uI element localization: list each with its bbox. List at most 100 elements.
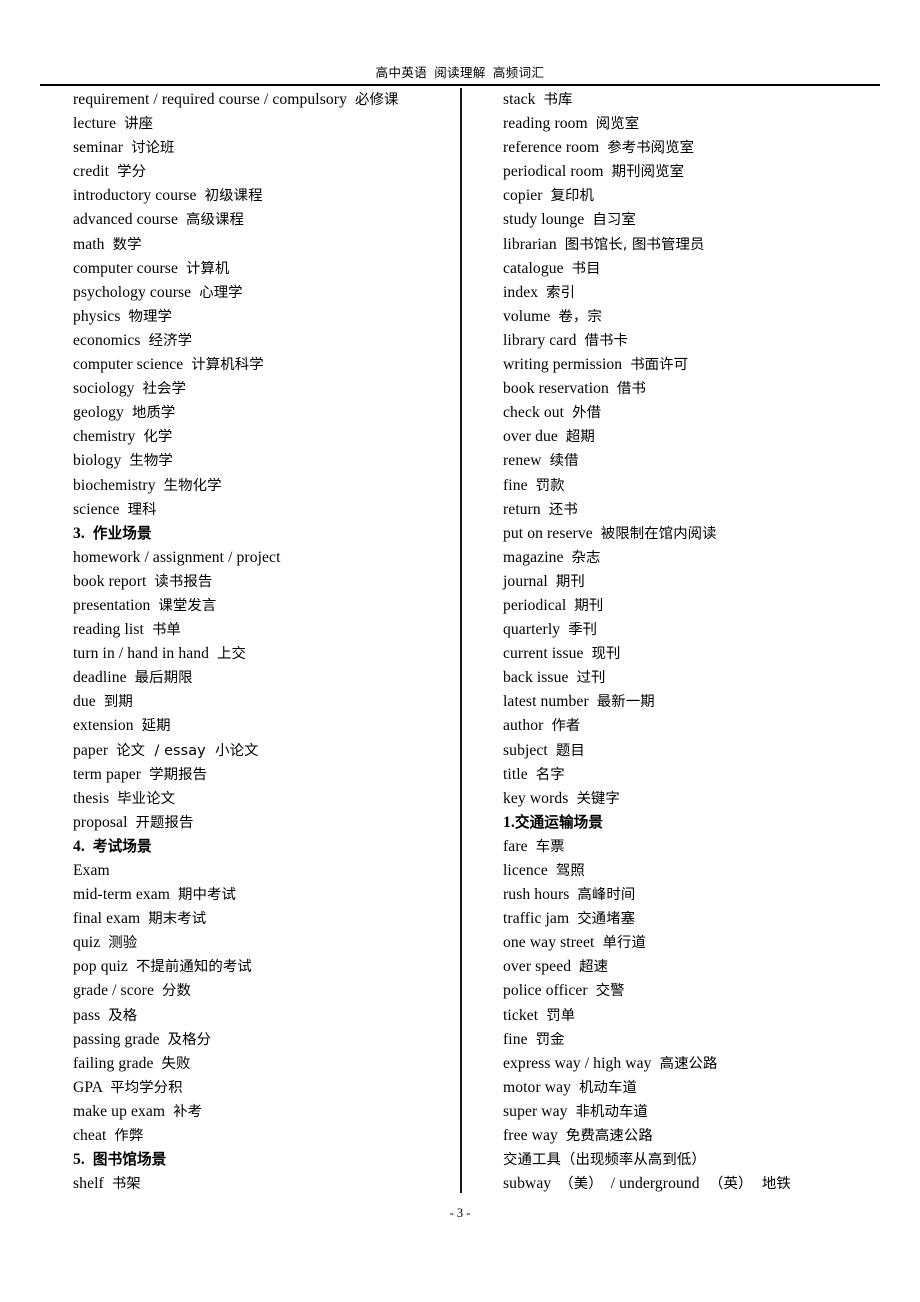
vocabulary-entry: chemistry 化学: [73, 425, 463, 449]
entry-gap: [558, 1127, 566, 1144]
entry-gap: [102, 1079, 110, 1096]
entry-gloss-cn: 开题报告: [135, 814, 194, 831]
vocabulary-entry: proposal 开题报告: [73, 811, 463, 835]
entry-term-en: rush hours: [503, 886, 570, 904]
entry-term-en: 1.: [503, 813, 515, 831]
vocabulary-entry: author 作者: [503, 714, 893, 738]
entry-gloss-cn: 高速公路: [659, 1055, 718, 1072]
entry-gap: [528, 838, 536, 855]
vocabulary-entry: term paper 学期报告: [73, 763, 463, 787]
vocabulary-entry: economics 经济学: [73, 329, 463, 353]
vocabulary-entry: requirement / required course / compulso…: [73, 88, 463, 112]
entry-gloss-cn: 书库: [543, 92, 573, 108]
entry-gloss-cn: 还书: [548, 501, 578, 518]
entry-term-en: proposal: [73, 813, 128, 831]
vocabulary-column-right: stack 书库 reading room 阅览室 reference room 参…: [503, 88, 893, 1193]
entry-gap: [568, 1103, 576, 1120]
entry-gap: [538, 284, 546, 301]
entry-gloss-cn: 关键字: [576, 790, 620, 807]
entry-gloss-cn: 上交: [217, 646, 247, 663]
entry-gloss-cn: 读书报告: [154, 573, 213, 590]
entry-term-en: over speed: [503, 958, 572, 976]
vocabulary-entry: presentation 课堂发言: [73, 594, 463, 618]
entry-gloss-cn: 最后期限: [134, 670, 193, 687]
entry-gap: [599, 139, 607, 156]
entry-gap: [588, 115, 596, 132]
entry-gloss-cn: 期刊: [574, 597, 604, 614]
entry-gap: [124, 404, 132, 421]
entry-term-en: passing grade: [73, 1030, 160, 1048]
entry-term-en: motor way: [503, 1078, 572, 1096]
entry-term-en: super way: [503, 1102, 568, 1120]
entry-gloss-cn: 高峰时间: [577, 887, 636, 904]
entry-gap: [548, 573, 556, 590]
entry-term-en-alt: / underground: [602, 1175, 700, 1193]
vocabulary-entry: deadline 最后期限: [73, 666, 463, 690]
entry-term-en: stack: [503, 91, 536, 108]
vocabulary-entry: super way 非机动车道: [503, 1100, 893, 1124]
entry-term-en: extension: [73, 717, 134, 735]
entry-term-en: title: [503, 765, 528, 783]
entry-term-en: periodical: [503, 596, 567, 614]
entry-gloss-cn: 平均学分积: [110, 1079, 183, 1096]
vocabulary-entry: writing permission 书面许可: [503, 353, 893, 377]
section-heading: 1.交通运输场景: [503, 811, 893, 835]
entry-term-en: physics: [73, 307, 121, 325]
vocabulary-entry: biology 生物学: [73, 449, 463, 473]
entry-term-en: fine: [503, 1030, 528, 1048]
entry-gloss-cn: 理科: [127, 501, 157, 518]
vocabulary-entry: back issue 过刊: [503, 666, 893, 690]
vocabulary-entry: title 名字: [503, 763, 893, 787]
entry-gloss-cn: 过刊: [576, 670, 606, 687]
entry-gloss-cn-alt: （英） 地铁: [699, 1176, 791, 1193]
entry-gloss-cn: 书架: [111, 1176, 141, 1193]
entry-gloss-cn: 及格: [108, 1007, 138, 1024]
entry-term-en: fine: [503, 476, 528, 494]
entry-gloss-cn: 及格分: [167, 1031, 212, 1048]
entry-term-en: Exam: [73, 862, 110, 879]
entry-gloss-cn: 学期报告: [149, 766, 208, 783]
entry-gap: [116, 115, 124, 132]
vocabulary-entry: extension 延期: [73, 714, 463, 738]
vocabulary-entry: study lounge 自习室: [503, 208, 893, 232]
entry-gloss-cn: 车票: [535, 838, 565, 855]
entry-gap: [609, 380, 617, 397]
entry-gap: [120, 501, 128, 518]
entry-term-en: sociology: [73, 380, 135, 398]
entry-term-en: one way street: [503, 934, 595, 952]
entry-gap: [577, 332, 585, 349]
entry-gap: [528, 1031, 536, 1048]
vocabulary-entry: final exam 期末考试: [73, 907, 463, 931]
entry-gloss-cn: 图书馆场景: [92, 1151, 167, 1169]
entry-gap: [557, 236, 565, 253]
entry-term-en: paper: [73, 741, 109, 759]
entry-term-en: index: [503, 283, 539, 301]
entry-gloss-cn: 必修课: [354, 92, 399, 108]
entry-term-en: reading room: [503, 115, 588, 133]
section-heading: 4. 考试场景: [73, 835, 463, 859]
entry-gloss-cn: 社会学: [142, 381, 187, 398]
vocabulary-entry: introductory course 初级课程: [73, 184, 463, 208]
entry-gap: [541, 501, 549, 518]
vocabulary-entry: Exam: [73, 859, 463, 883]
entry-gloss-cn: 参考书阅览室: [607, 140, 695, 157]
entry-gap: [104, 1175, 112, 1192]
entry-gap: [108, 742, 116, 759]
entry-gloss-cn: 书单: [151, 622, 181, 639]
entry-gap: [543, 187, 551, 204]
entry-gap: [127, 669, 135, 686]
entry-gloss-cn: 学分: [117, 164, 147, 181]
entry-gloss-cn: 期中考试: [178, 887, 236, 904]
entry-gloss-cn: 题目: [555, 742, 585, 759]
entry-gap: [156, 477, 164, 494]
entry-term-en: advanced course: [73, 211, 178, 229]
entry-gloss-cn: 复印机: [550, 188, 595, 205]
entry-term-en: turn in / hand in hand: [73, 645, 210, 663]
entry-gap: [134, 717, 142, 734]
entry-gap: [154, 982, 162, 999]
entry-term-en: lecture: [73, 115, 117, 133]
entry-term-en: introductory course: [73, 187, 197, 205]
vocabulary-entry: traffic jam 交通堵塞: [503, 907, 893, 931]
entry-gloss-cn: 机动车道: [579, 1079, 637, 1096]
entry-term-en: reference room: [503, 139, 600, 157]
